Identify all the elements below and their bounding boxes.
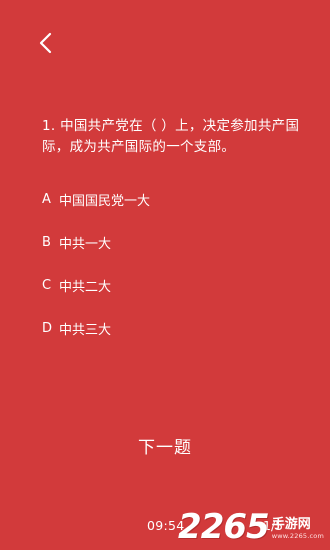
option-b[interactable]: B 中共一大 xyxy=(42,231,292,253)
option-label: 中共三大 xyxy=(59,322,112,338)
chevron-left-icon xyxy=(39,32,52,54)
option-letter: B xyxy=(42,234,51,250)
next-question-button[interactable]: 下一题 xyxy=(115,434,215,462)
watermark-url: www.2265.com xyxy=(271,532,324,540)
quiz-screen: 1. 中国共产党在（ ）上，决定参加共产国际，成为共产国际的一个支部。 A 中国… xyxy=(0,0,330,550)
option-letter: A xyxy=(42,191,51,207)
question-text: 1. 中国共产党在（ ）上，决定参加共产国际，成为共产国际的一个支部。 xyxy=(42,118,300,155)
option-label: 中共二大 xyxy=(59,279,112,295)
countdown-timer: 09:54 xyxy=(147,518,185,533)
option-letter: D xyxy=(42,320,53,336)
site-watermark: 2265 手游网 www.2265.com xyxy=(178,502,324,546)
option-label: 中共一大 xyxy=(59,236,112,252)
question-progress: 1/5 xyxy=(263,518,284,533)
option-label: 中国国民党一大 xyxy=(59,193,151,209)
option-d[interactable]: D 中共三大 xyxy=(42,317,292,339)
watermark-logo-number: 2265 xyxy=(178,507,270,547)
option-c[interactable]: C 中共二大 xyxy=(42,274,292,296)
option-a[interactable]: A 中国国民党一大 xyxy=(42,188,292,210)
options-list: A 中国国民党一大 B 中共一大 C 中共二大 D 中共三大 xyxy=(42,188,292,360)
option-letter: C xyxy=(42,277,52,293)
back-button[interactable] xyxy=(34,30,60,56)
